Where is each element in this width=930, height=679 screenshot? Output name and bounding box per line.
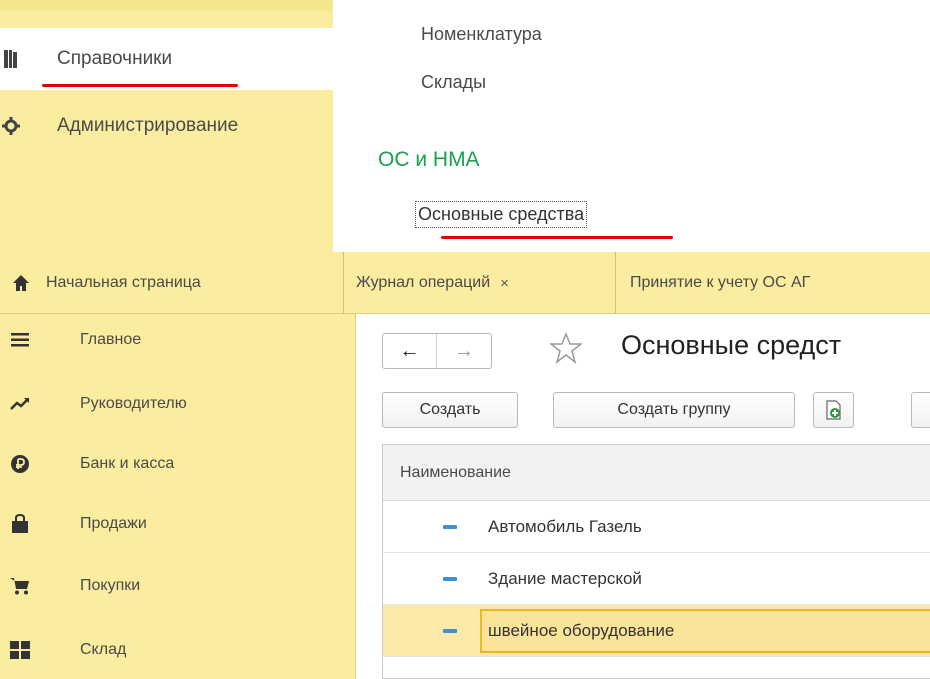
tab-label: Принятие к учету ОС АГ bbox=[630, 274, 811, 291]
cart-icon bbox=[10, 576, 30, 596]
page-title: Основные средст bbox=[621, 330, 842, 360]
menu-link-fixed-assets[interactable]: Основные средства bbox=[415, 201, 588, 228]
section-manager[interactable]: Руководителю bbox=[0, 384, 356, 424]
tab-journal[interactable]: Журнал операций × bbox=[344, 252, 616, 314]
list-row-selected[interactable]: швейное оборудование bbox=[383, 605, 930, 657]
home-icon bbox=[12, 274, 30, 292]
section-label: Склад bbox=[80, 641, 127, 658]
section-main[interactable]: Главное bbox=[0, 320, 356, 360]
menu-link-nomenclature[interactable]: Номенклатура bbox=[421, 24, 542, 45]
list-row-name: Здание мастерской bbox=[488, 568, 642, 588]
tab-label: Журнал операций bbox=[356, 274, 491, 291]
item-dash-icon bbox=[443, 524, 457, 529]
trend-icon bbox=[10, 394, 30, 414]
fixed-assets-list: Наименование Автомобиль Газель Здание ма… bbox=[382, 444, 930, 679]
gear-icon bbox=[2, 117, 20, 135]
section-label: Руководителю bbox=[80, 395, 187, 412]
section-item-administration[interactable]: Администрирование bbox=[0, 104, 333, 148]
main-content: ← → Основные средст Создать Создать груп… bbox=[357, 314, 930, 679]
section-label: Главное bbox=[80, 331, 142, 348]
item-dash-icon bbox=[443, 576, 457, 581]
section-item-label: Справочники bbox=[57, 48, 173, 69]
tab-label: Начальная страница bbox=[46, 274, 201, 291]
tab-home[interactable]: Начальная страница bbox=[0, 252, 344, 314]
section-warehouse[interactable]: Склад bbox=[0, 630, 356, 670]
back-button[interactable]: ← bbox=[383, 334, 438, 368]
function-menu: Номенклатура Склады ОС и НМА Основные ср… bbox=[333, 0, 930, 252]
red-underline-fixed-assets bbox=[441, 236, 673, 239]
top-strip bbox=[0, 0, 333, 11]
ruble-icon bbox=[10, 454, 30, 474]
warehouse-icon bbox=[10, 640, 30, 660]
menu-group-title: ОС и НМА bbox=[378, 148, 480, 171]
book-icon bbox=[2, 50, 20, 68]
section-item-directories[interactable]: Справочники bbox=[0, 28, 333, 90]
item-dash-icon bbox=[443, 628, 457, 633]
star-icon[interactable] bbox=[548, 331, 584, 364]
bag-icon bbox=[10, 514, 30, 534]
hamburger-icon bbox=[10, 330, 30, 350]
copy-button[interactable] bbox=[813, 392, 854, 428]
copy-icon bbox=[825, 400, 841, 420]
list-header-name[interactable]: Наименование bbox=[383, 445, 930, 501]
section-purchases[interactable]: Покупки bbox=[0, 566, 356, 606]
top-section-panel: Справочники Администрирование bbox=[0, 0, 333, 252]
section-sales[interactable]: Продажи bbox=[0, 504, 356, 544]
list-row[interactable]: Автомобиль Газель bbox=[383, 501, 930, 553]
close-icon[interactable]: × bbox=[500, 275, 509, 292]
tab-accept-os[interactable]: Принятие к учету ОС АГ bbox=[616, 252, 930, 314]
create-group-button[interactable]: Создать группу bbox=[553, 392, 795, 428]
list-row[interactable]: Здание мастерской bbox=[383, 553, 930, 605]
section-label: Банк и касса bbox=[80, 455, 175, 472]
sections-panel: Главное Руководителю Банк и касса Продаж… bbox=[0, 314, 356, 679]
list-row-name: Автомобиль Газель bbox=[488, 516, 642, 536]
section-bank[interactable]: Банк и касса bbox=[0, 444, 356, 484]
section-item-label: Администрирование bbox=[57, 115, 239, 136]
list-row-name: швейное оборудование bbox=[488, 620, 675, 640]
create-button[interactable]: Создать bbox=[382, 392, 518, 428]
nav-buttons: ← → bbox=[382, 333, 492, 369]
section-label: Продажи bbox=[80, 515, 147, 532]
tabs-bar: Начальная страница Журнал операций × При… bbox=[0, 252, 930, 314]
forward-button[interactable]: → bbox=[437, 334, 491, 368]
red-underline-directories bbox=[42, 84, 238, 87]
more-button[interactable] bbox=[911, 392, 930, 428]
menu-link-warehouses[interactable]: Склады bbox=[421, 72, 486, 93]
section-label: Покупки bbox=[80, 577, 141, 594]
